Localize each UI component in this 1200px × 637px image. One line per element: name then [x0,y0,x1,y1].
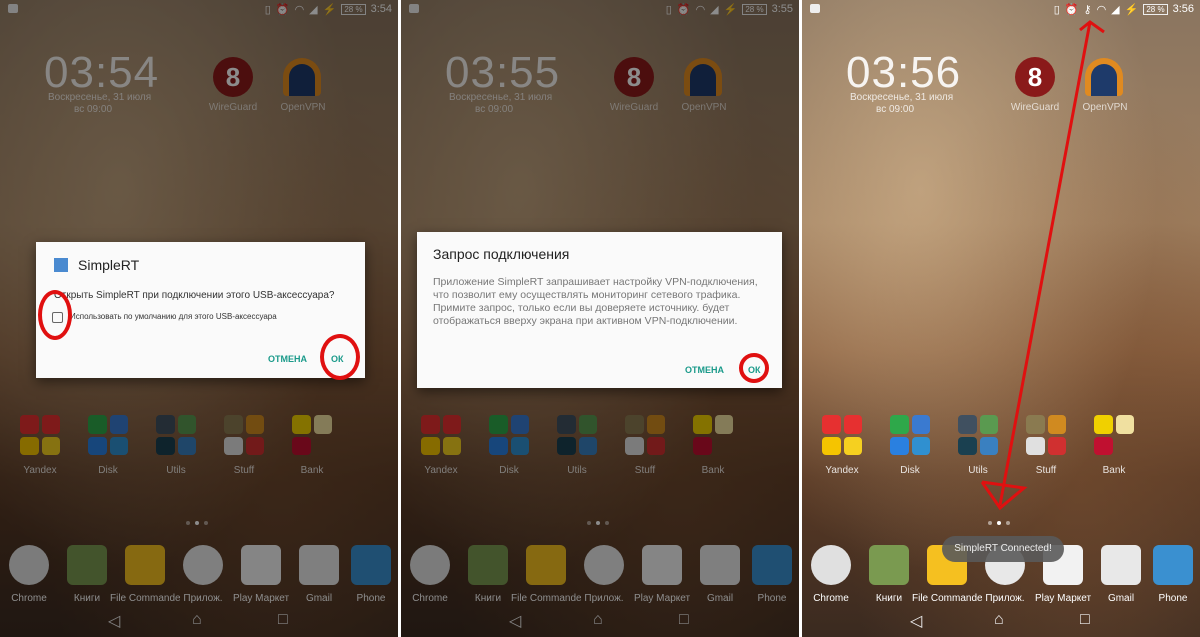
dialog-message: Приложение SimpleRT запрашивает настройк… [433,276,758,327]
checkbox-label[interactable]: Использовать по умолчанию для этого USB-… [70,312,277,321]
cancel-button[interactable]: ОТМЕНА [268,354,307,364]
dialog-title: SimpleRT [78,257,140,273]
phone-screen-2: ▯ ⏰ ◠ ◢ ⚡ 28 % 3:55 03:55 Воскресенье, 31 июля вс… [401,0,799,637]
cancel-button[interactable]: ОТМЕНА [685,365,724,375]
phone-screen-3: ▯ ⏰ ⚷ ◠ ◢ ⚡ 28 % 3:56 03:56 Воскресенье, 31 июля в… [802,0,1200,637]
annotation-circle [739,353,769,383]
phone-screen-1: ▯ ⏰ ◠ ◢ ⚡ 28 % 3:54 03:54 Воскресенье, 31 июля вс… [0,0,398,637]
vpn-request-dialog: Запрос подключения Приложение SimpleRT за… [417,232,782,388]
annotation-arrow [980,20,1105,511]
dialog-message: Открыть SimpleRT при подключении этого U… [54,290,335,301]
app-icon-simplert [54,258,68,272]
dialog-title: Запрос подключения [433,246,570,262]
annotation-circle [38,290,72,340]
usb-permission-dialog: SimpleRT Открыть SimpleRT при подключении… [36,242,365,378]
annotation-circle [320,334,360,380]
